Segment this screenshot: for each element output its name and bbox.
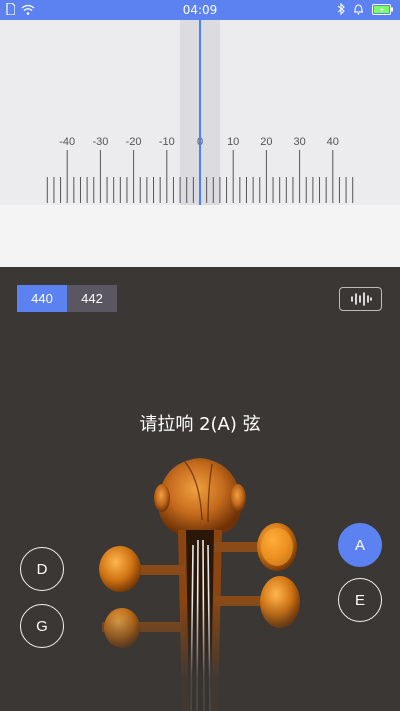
reference-pitch-selector: 440 442: [17, 285, 117, 312]
scale-label: 20: [260, 136, 273, 148]
string-g-button[interactable]: G: [20, 604, 64, 648]
scale-label: 30: [293, 136, 306, 148]
string-a-button[interactable]: A: [338, 523, 382, 567]
scale-label: 10: [227, 136, 240, 148]
scale-label: -30: [92, 136, 109, 148]
status-bar: 04:09: [0, 0, 400, 20]
scale-label: -10: [158, 136, 175, 148]
string-e-button[interactable]: E: [338, 578, 382, 622]
pitch-indicator-needle: [199, 20, 201, 205]
waveform-icon: [350, 292, 372, 306]
pitch-442-button[interactable]: 442: [67, 285, 117, 312]
alarm-icon: [354, 4, 363, 15]
string-d-button[interactable]: D: [20, 547, 64, 591]
bluetooth-icon: [337, 3, 345, 15]
tuner-meter: -40-30-20-10010203040: [0, 20, 400, 267]
scale-label: 40: [326, 136, 339, 148]
waveform-button[interactable]: [339, 287, 382, 311]
battery-icon: [372, 3, 393, 15]
tuning-prompt: 请拉响 2(A) 弦: [139, 414, 261, 435]
meter-base: [0, 205, 400, 267]
scale-label: -40: [59, 136, 76, 148]
scale-label: -20: [125, 136, 142, 148]
pitch-440-button[interactable]: 440: [17, 285, 67, 312]
